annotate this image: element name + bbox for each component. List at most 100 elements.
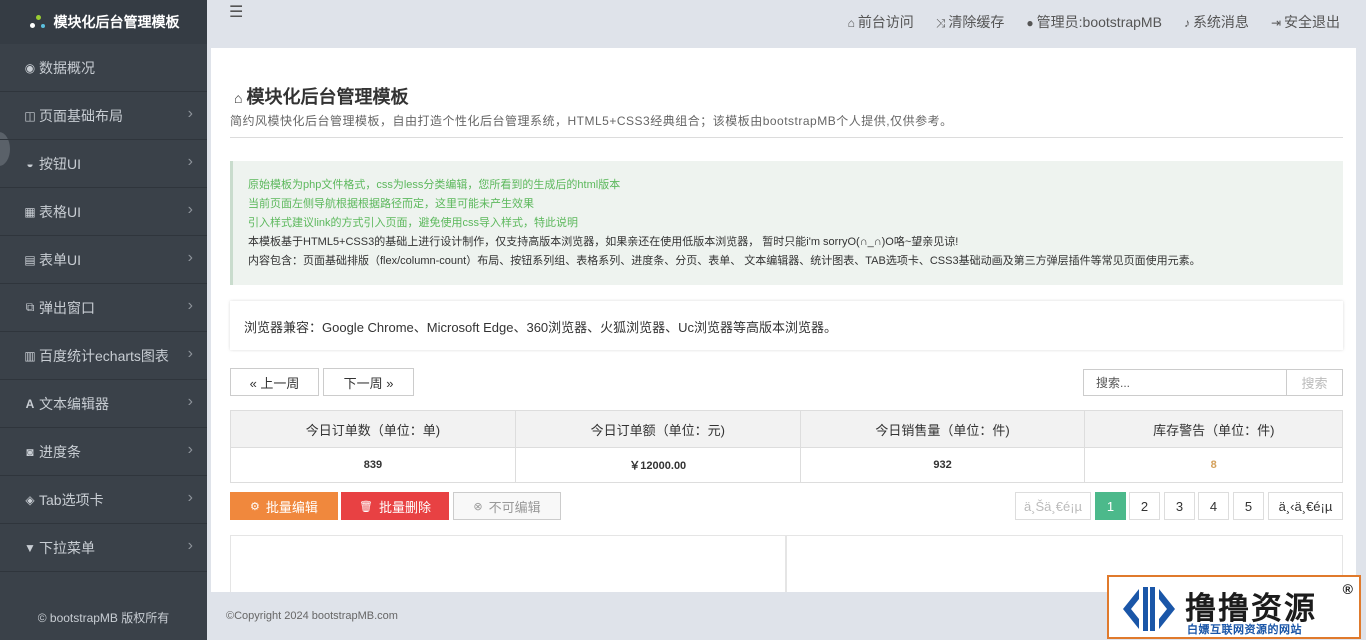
- topnav-frontend-link[interactable]: ⌂ 前台访问: [848, 12, 914, 32]
- search-button[interactable]: 搜索: [1286, 369, 1343, 396]
- topnav-messages-link[interactable]: ♪ 系统消息: [1184, 12, 1249, 32]
- table-header-cell: 今日销售量（单位：件): [799, 410, 1086, 448]
- topnav-clear-cache-link[interactable]: ⤨ 清除缓存: [936, 12, 1005, 32]
- pagination-prev[interactable]: ä¸Šä¸€é¡µ: [1015, 492, 1091, 520]
- sidebar-item-label: 按钮UI: [39, 155, 81, 172]
- button-label: 批量编辑: [265, 499, 318, 515]
- batch-delete-button[interactable]: 🗑 批量删除: [341, 492, 449, 520]
- sidebar-item-label: 页面基础布局: [39, 107, 123, 124]
- binoculars-icon: ◙: [26, 444, 34, 459]
- chevron-right-icon: ›: [187, 201, 193, 218]
- tags-icon: ◈: [25, 492, 35, 507]
- sidebar-item-label: Tab选项卡: [39, 491, 104, 508]
- notice-box: 原始模板为php文件格式，css为less分类编辑，您所看到的生成后的html版…: [230, 161, 1343, 285]
- table-header-cell: 今日订单额（单位：元): [514, 410, 801, 448]
- sidebar-item-forms[interactable]: ▤ 表单UI ›: [0, 236, 207, 284]
- sidebar-item-tabs[interactable]: ◈ Tab选项卡 ›: [0, 476, 207, 524]
- bell-icon: ♪: [1183, 16, 1190, 30]
- pagination-page[interactable]: 3: [1164, 492, 1195, 520]
- notice-line: 本模板基于HTML5+CSS3的基础上进行设计制作，仅支持高版本浏览器，如果亲还…: [248, 236, 959, 248]
- sidebar-item-dashboard[interactable]: ◉ 数据概况: [0, 44, 207, 92]
- sidebar-title: 模块化后台管理模板: [53, 14, 180, 30]
- batch-edit-button[interactable]: ⚙ 批量编辑: [230, 492, 338, 520]
- sidebar-footer: © bootstrapMB 版权所有: [0, 594, 207, 640]
- external-link-icon: ⧉: [25, 300, 35, 314]
- top-navigation: ⌂ 前台访问 ⤨ 清除缓存 ● 管理员:bootstrapMB ♪ 系统消息 ⇥ 安全退出: [848, 0, 1340, 44]
- pagination-page[interactable]: 1: [1095, 492, 1126, 520]
- chevron-right-icon: ›: [187, 297, 193, 314]
- notice-line: 引入样式建议link的方式引入页面，避免使用css导入样式，特此说明: [248, 217, 579, 229]
- sidebar-item-dropdown[interactable]: ▼ 下拉菜单 ›: [0, 524, 207, 572]
- hdd-icon: ◒: [26, 156, 34, 171]
- sidebar-menu: ◉ 数据概况 ◫ 页面基础布局 › ◒ 按钮UI › ▦ 表格UI › ▤ 表单…: [0, 44, 207, 572]
- menu-toggle-icon[interactable]: ☰: [229, 2, 243, 22]
- prev-week-button[interactable]: « 上一周: [230, 368, 319, 396]
- table-header-row: 今日订单数（单位：单) 今日订单额（单位：元) 今日销售量（单位：件) 库存警告…: [230, 410, 1343, 448]
- gear-icon: ⚙: [250, 500, 260, 513]
- chevron-right-icon: ›: [187, 537, 193, 554]
- sidebar-item-progress[interactable]: ◙ 进度条 ›: [0, 428, 207, 476]
- page-title: ⌂ 模块化后台管理模板: [234, 83, 408, 109]
- table-header-cell: 今日订单数（单位：单): [230, 410, 516, 448]
- next-week-button[interactable]: 下一周 »: [323, 368, 414, 396]
- sidebar-item-buttons[interactable]: ◒ 按钮UI ›: [0, 140, 207, 188]
- sidebar: 模块化后台管理模板 ◉ 数据概况 ◫ 页面基础布局 › ◒ 按钮UI › ▦ 表…: [0, 0, 207, 640]
- main-content: ⌂ 模块化后台管理模板 简约风模快化后台管理模板，自由打造个性化后台管理系统，HT…: [211, 48, 1356, 592]
- chevron-right-icon: ›: [187, 249, 193, 266]
- sign-out-icon: ⇥: [1270, 16, 1281, 30]
- home-icon: ⌂: [847, 16, 855, 30]
- topnav-logout-link[interactable]: ⇥ 安全退出: [1271, 12, 1340, 32]
- list-alt-icon: ▤: [24, 252, 36, 267]
- watermark-logo-icon: [1123, 587, 1175, 631]
- notice-line: 内容包含：页面基础排版（flex/column-count）布局、按钮系列组、表…: [248, 255, 1201, 267]
- search-input[interactable]: [1083, 369, 1287, 396]
- pagination-next[interactable]: ä¸‹ä¸€é¡µ: [1268, 492, 1343, 520]
- chevron-right-icon: ›: [187, 441, 193, 458]
- sidebar-item-label: 表单UI: [39, 251, 81, 268]
- sidebar-item-label: 数据概况: [39, 59, 95, 76]
- topnav-label: 清除缓存: [948, 14, 1005, 30]
- copyright-text: ©Copyright 2024 bootstrapMB.com: [226, 610, 398, 622]
- registered-mark: ®: [1342, 581, 1353, 597]
- times-circle-icon: ⊗: [473, 500, 483, 513]
- logo-icon: [28, 13, 50, 31]
- chevron-right-icon: ›: [187, 393, 193, 410]
- font-icon: A: [25, 396, 35, 411]
- sidebar-item-layout[interactable]: ◫ 页面基础布局 ›: [0, 92, 207, 140]
- sidebar-item-label: 弹出窗口: [39, 299, 95, 316]
- sidebar-item-editor[interactable]: A 文本编辑器 ›: [0, 380, 207, 428]
- home-icon: ⌂: [234, 90, 243, 106]
- bar-chart-icon: ▥: [24, 348, 36, 363]
- content-panel-left: [230, 535, 786, 592]
- chevron-right-icon: ›: [187, 105, 193, 122]
- table-cell: 839: [230, 447, 516, 483]
- chevron-right-icon: ›: [187, 489, 193, 506]
- button-label: 批量删除: [378, 499, 431, 515]
- sidebar-item-label: 下拉菜单: [39, 539, 95, 556]
- not-editable-button[interactable]: ⊗ 不可编辑: [453, 492, 561, 520]
- table-cell: ￥12000.00: [514, 447, 801, 483]
- watermark-subtitle: 白嫖互联网资源的网站: [1187, 624, 1302, 636]
- notice-line: 当前页面左侧导航根据根据路径而定，这里可能未产生效果: [248, 198, 534, 210]
- chevron-right-icon: ›: [187, 345, 193, 362]
- table-cell: 932: [799, 447, 1086, 483]
- pagination-page[interactable]: 5: [1233, 492, 1264, 520]
- watermark-badge: 撸撸资源 ® 白嫖互联网资源的网站: [1107, 575, 1361, 639]
- sidebar-item-label: 百度统计echarts图表: [39, 347, 169, 364]
- table-header-cell: 库存警告（单位：件): [1084, 410, 1343, 448]
- dashboard-icon: ◉: [24, 60, 36, 75]
- filter-icon: ▼: [24, 540, 36, 555]
- button-label: 不可编辑: [488, 499, 541, 515]
- sidebar-item-label: 表格UI: [39, 203, 81, 220]
- topnav-admin-link[interactable]: ● 管理员:bootstrapMB: [1026, 12, 1162, 32]
- sidebar-item-tables[interactable]: ▦ 表格UI ›: [0, 188, 207, 236]
- browser-compat-box: 浏览器兼容：Google Chrome、Microsoft Edge、360浏览…: [230, 301, 1343, 350]
- sidebar-item-echarts[interactable]: ▥ 百度统计echarts图表 ›: [0, 332, 207, 380]
- pagination-page[interactable]: 4: [1198, 492, 1229, 520]
- sidebar-item-popups[interactable]: ⧉ 弹出窗口 ›: [0, 284, 207, 332]
- sidebar-logo[interactable]: 模块化后台管理模板: [0, 0, 207, 44]
- pagination-page[interactable]: 2: [1129, 492, 1160, 520]
- topbar: ☰ ⌂ 前台访问 ⤨ 清除缓存 ● 管理员:bootstrapMB ♪ 系统消息 ⇥ 安全…: [207, 0, 1366, 44]
- chevron-right-icon: ›: [187, 153, 193, 170]
- trash-icon: 🗑: [359, 500, 373, 513]
